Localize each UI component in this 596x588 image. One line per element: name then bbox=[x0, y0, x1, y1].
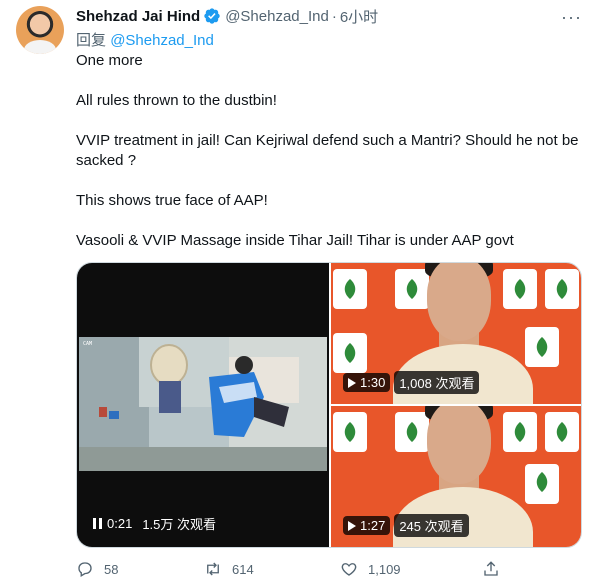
separator-dot: · bbox=[331, 7, 337, 25]
video-time: 1:27 bbox=[360, 518, 386, 533]
tweet-header: Shehzad Jai Hind @Shehzad_Ind · 6小时 bbox=[76, 6, 378, 26]
view-count: 1.5万 次观看 bbox=[142, 517, 216, 532]
more-options-icon[interactable]: ··· bbox=[561, 8, 582, 26]
view-count: 245 次观看 bbox=[399, 519, 464, 534]
display-name[interactable]: Shehzad Jai Hind bbox=[76, 8, 200, 25]
action-bar: 58 614 1,109 bbox=[76, 560, 582, 580]
video-speaker-1[interactable]: 1:30 1,008 次观看 bbox=[331, 263, 581, 404]
video-status-badge: 1:30 1,008 次观看 bbox=[343, 371, 480, 394]
reply-icon bbox=[78, 562, 92, 577]
play-icon[interactable] bbox=[348, 377, 356, 388]
video-cctv[interactable]: CAM 0:21 1.5万 次观看 bbox=[77, 263, 329, 547]
handle[interactable]: @Shehzad_Ind bbox=[225, 8, 329, 25]
tweet-paragraph: Vasooli & VVIP Massage inside Tihar Jail… bbox=[76, 232, 514, 249]
view-count: 1,008 次观看 bbox=[399, 376, 475, 391]
retweet-icon bbox=[207, 562, 219, 576]
avatar[interactable] bbox=[16, 6, 64, 54]
video-status-badge: 1:27 245 次观看 bbox=[343, 514, 469, 537]
svg-text:CAM: CAM bbox=[83, 341, 92, 347]
heart-icon bbox=[341, 563, 357, 576]
tweet-paragraph: All rules thrown to the dustbin! bbox=[76, 92, 277, 109]
video-time: 0:21 bbox=[107, 516, 133, 531]
play-icon[interactable] bbox=[348, 520, 356, 531]
media-grid: CAM 0:21 1.5万 次观看 1:30 1,008 次观看 1:27 24… bbox=[76, 262, 582, 548]
reply-button[interactable]: 58 bbox=[76, 560, 118, 578]
pause-icon[interactable] bbox=[93, 518, 102, 529]
video-time: 1:30 bbox=[360, 375, 386, 390]
speaker-face bbox=[427, 263, 491, 341]
tweet-paragraph: This shows true face of AAP! bbox=[76, 192, 268, 209]
reply-count: 58 bbox=[104, 561, 119, 577]
reply-prefix: 回复 bbox=[76, 32, 107, 49]
tweet-paragraph: VVIP treatment in jail! Can Kejriwal def… bbox=[76, 132, 579, 169]
speaker-face bbox=[427, 406, 491, 484]
video-speaker-2[interactable]: 1:27 245 次观看 bbox=[331, 406, 581, 547]
retweet-count: 614 bbox=[232, 561, 254, 577]
share-icon bbox=[484, 561, 498, 576]
video-status-badge: 0:21 1.5万 次观看 bbox=[93, 514, 216, 533]
reply-to-link[interactable]: @Shehzad_Ind bbox=[110, 32, 214, 49]
verified-badge-icon bbox=[204, 8, 220, 24]
retweet-button[interactable]: 614 bbox=[204, 560, 254, 578]
like-button[interactable]: 1,109 bbox=[340, 560, 401, 578]
like-count: 1,109 bbox=[368, 561, 401, 577]
timestamp[interactable]: 6小时 bbox=[340, 6, 378, 27]
cctv-frame: CAM bbox=[79, 337, 327, 471]
replying-to: 回复 @Shehzad_Ind bbox=[76, 29, 214, 50]
tweet-paragraph: One more bbox=[76, 52, 143, 69]
share-button[interactable] bbox=[482, 560, 500, 578]
